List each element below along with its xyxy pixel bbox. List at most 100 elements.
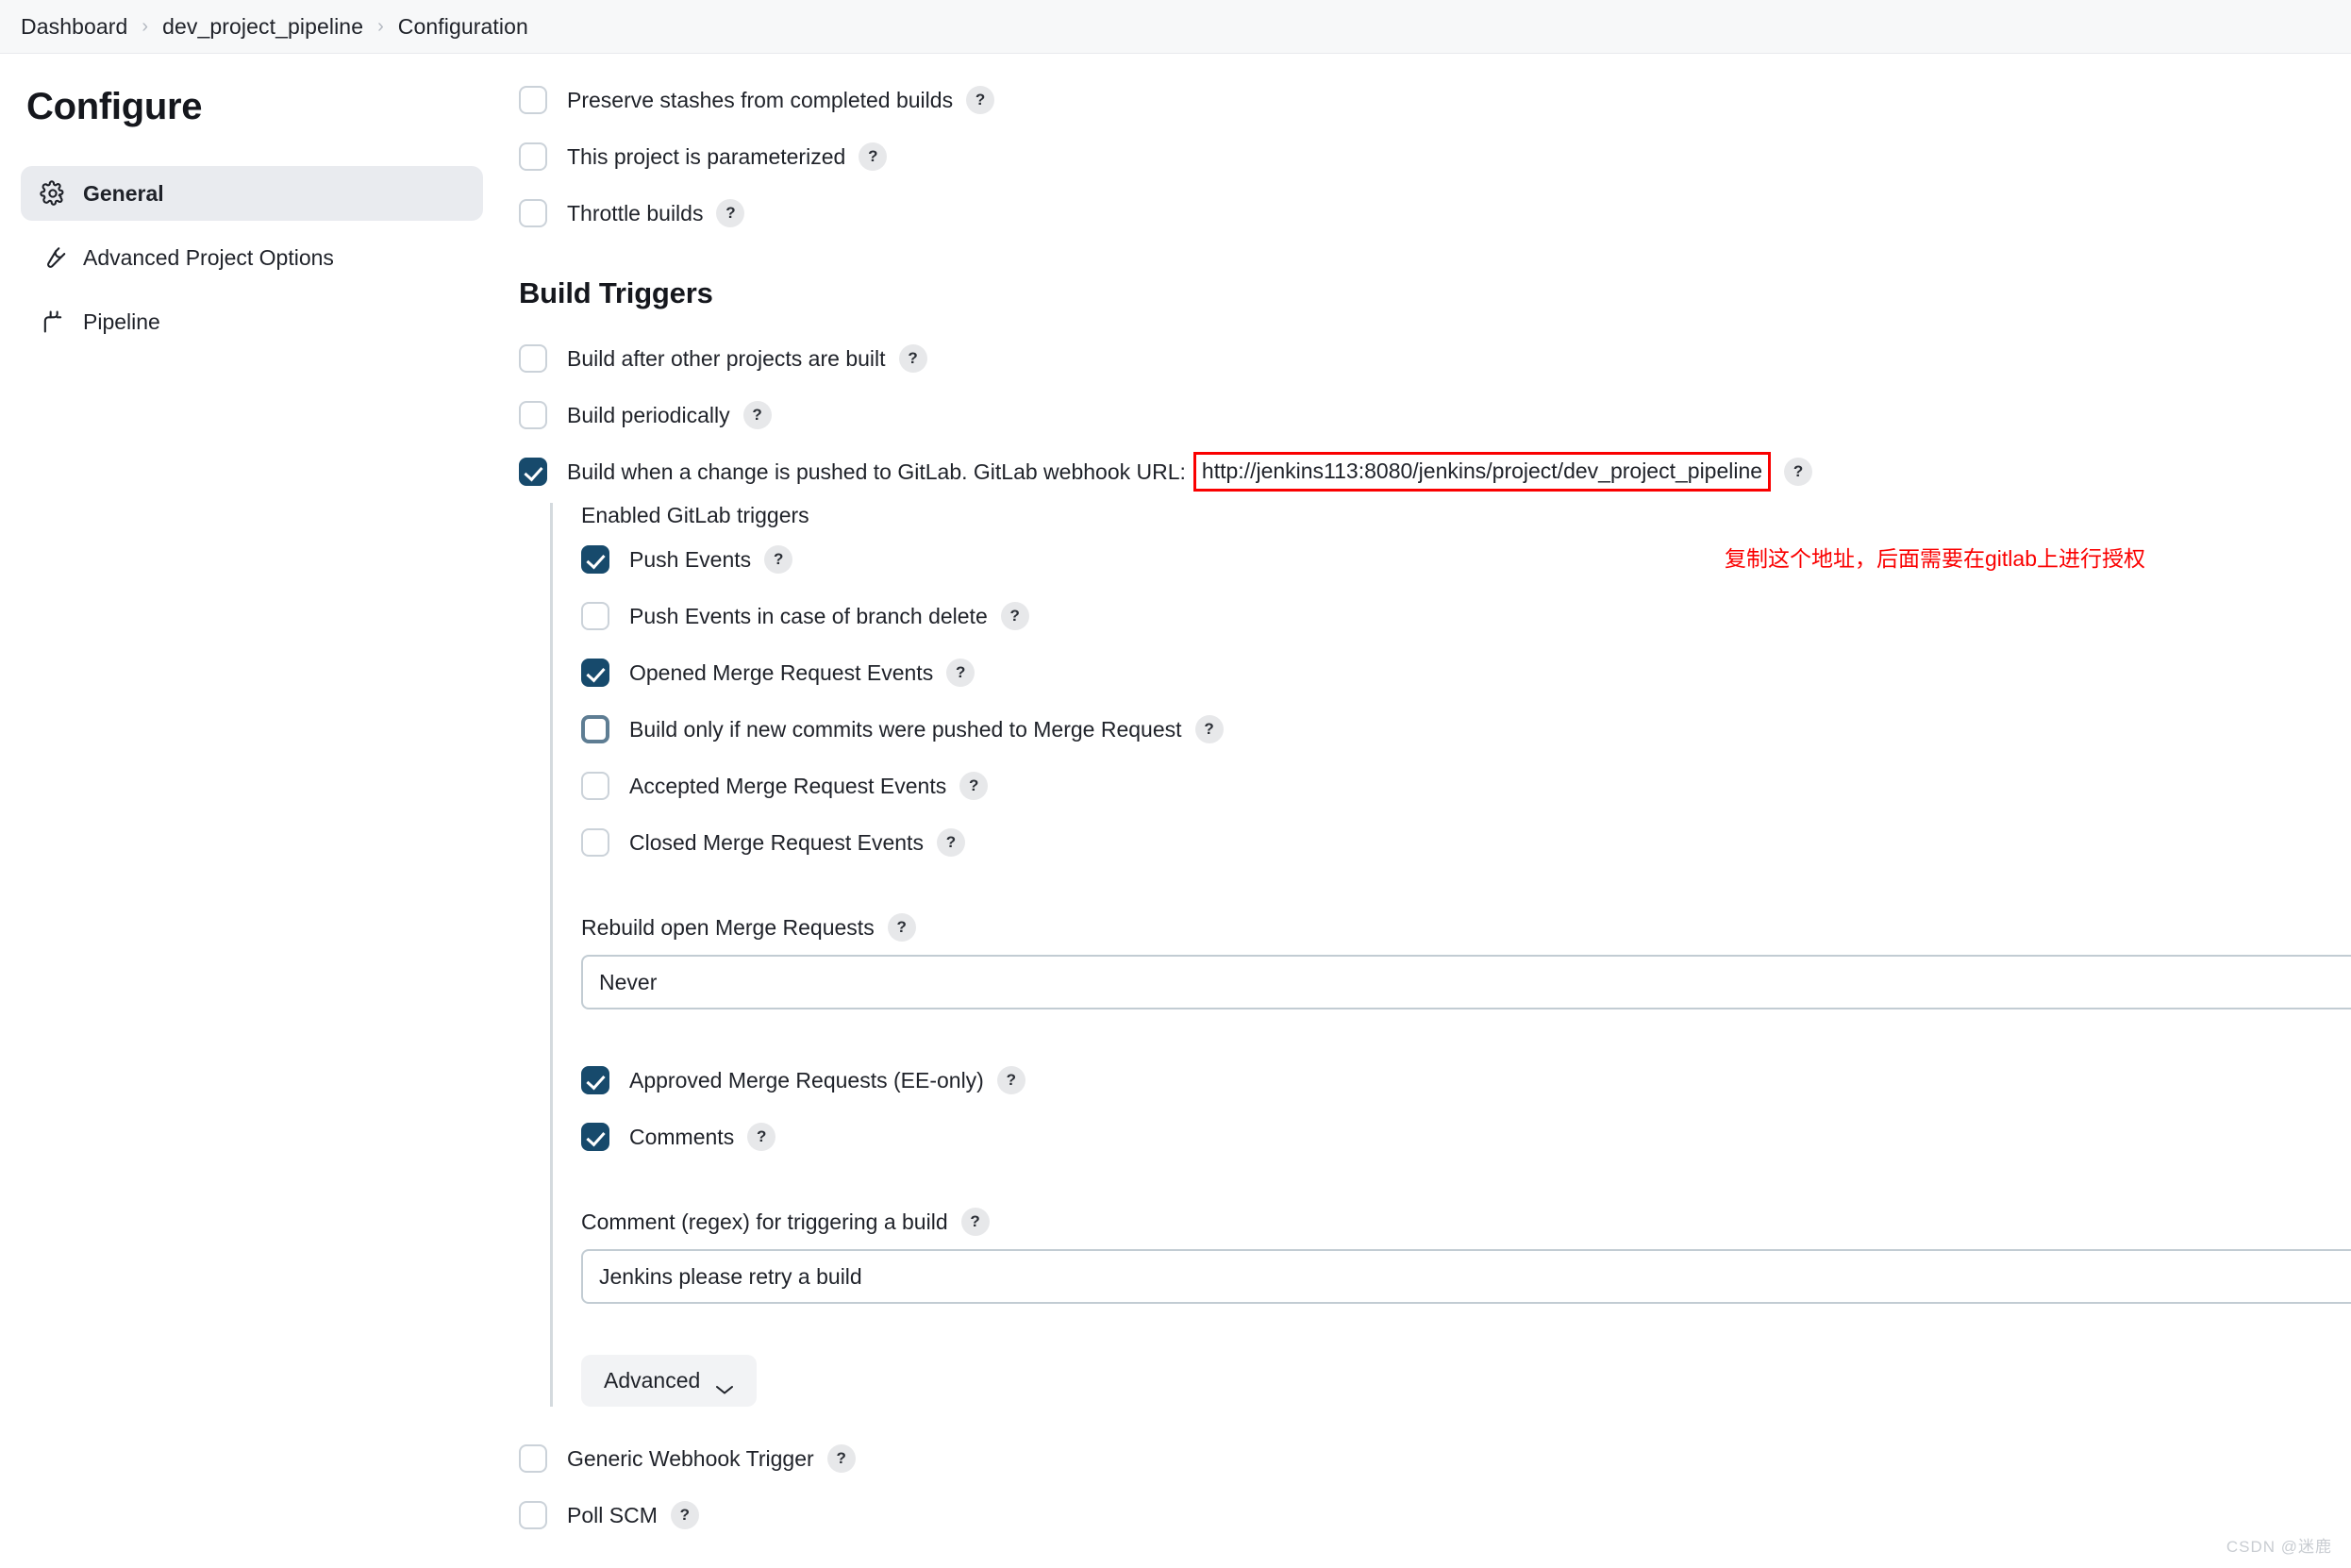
checkbox-row-build-after-other-projects[interactable]: Build after other projects are built ? — [519, 339, 2351, 378]
build-only-new-commits-checkbox[interactable] — [581, 715, 609, 743]
help-icon[interactable]: ? — [747, 1123, 776, 1151]
checkbox-row-parameterized[interactable]: This project is parameterized ? — [519, 137, 2351, 176]
rebuild-open-merge-requests-input[interactable] — [581, 955, 2351, 1009]
enabled-gitlab-triggers-group: Enabled GitLab triggers Push Events ? Pu… — [550, 503, 2351, 1407]
checkbox-row-build-periodically[interactable]: Build periodically ? — [519, 395, 2351, 435]
accepted-merge-request-events-checkbox[interactable] — [581, 772, 609, 800]
build-triggers-heading: Build Triggers — [519, 276, 713, 309]
comment-regex-input[interactable] — [581, 1249, 2351, 1304]
help-icon[interactable]: ? — [966, 86, 995, 114]
build-periodically-checkbox[interactable] — [519, 401, 547, 429]
help-icon[interactable]: ? — [1000, 602, 1029, 630]
help-icon[interactable]: ? — [960, 1208, 990, 1236]
watermark: CSDN @迷鹿 — [2226, 1538, 2332, 1556]
help-icon[interactable]: ? — [946, 659, 975, 687]
help-icon[interactable]: ? — [887, 913, 916, 942]
help-icon[interactable]: ? — [959, 772, 989, 800]
comment-regex-label-text: Comment (regex) for triggering a build — [581, 1209, 948, 1234]
parameterized-label: This project is parameterized — [567, 143, 846, 169]
build-only-new-commits-label: Build only if new commits were pushed to… — [629, 716, 1182, 742]
annotation-copy-url: 复制这个地址，后面需要在gitlab上进行授权 — [1725, 546, 2145, 571]
help-icon[interactable]: ? — [936, 828, 965, 857]
poll-scm-checkbox[interactable] — [519, 1501, 547, 1529]
advanced-button-label: Advanced — [604, 1368, 701, 1393]
parameterized-checkbox[interactable] — [519, 142, 547, 171]
generic-webhook-trigger-checkbox[interactable] — [519, 1444, 547, 1473]
preserve-stashes-checkbox[interactable] — [519, 86, 547, 114]
push-events-branch-delete-label: Push Events in case of branch delete — [629, 603, 988, 628]
breadcrumb-item-dashboard[interactable]: Dashboard — [21, 14, 127, 40]
help-icon[interactable]: ? — [742, 401, 772, 429]
checkbox-row-gitlab-push-trigger[interactable]: Build when a change is pushed to GitLab.… — [519, 452, 2351, 492]
help-icon[interactable]: ? — [1784, 458, 1813, 486]
help-icon[interactable]: ? — [1194, 715, 1224, 743]
checkbox-row-build-only-new-commits[interactable]: Build only if new commits were pushed to… — [581, 709, 2351, 749]
help-icon[interactable]: ? — [716, 199, 745, 227]
help-icon[interactable]: ? — [764, 545, 793, 574]
checkbox-row-approved-merge-requests[interactable]: Approved Merge Requests (EE-only) ? — [581, 1060, 2351, 1100]
checkbox-row-comments[interactable]: Comments ? — [581, 1117, 2351, 1157]
build-periodically-label: Build periodically — [567, 402, 730, 427]
checkbox-row-closed-merge-request-events[interactable]: Closed Merge Request Events ? — [581, 823, 2351, 862]
sidebar-nav: General Advanced Project Options Pipelin… — [0, 166, 519, 349]
sidebar-item-label: Pipeline — [83, 309, 160, 334]
pipeline-icon — [40, 309, 66, 335]
breadcrumb-separator-icon: › — [142, 15, 149, 37]
webhook-url-value[interactable]: http://jenkins113:8080/jenkins/project/d… — [1202, 459, 1762, 484]
comment-regex-label: Comment (regex) for triggering a build ? — [581, 1208, 2351, 1236]
advanced-button[interactable]: Advanced — [581, 1355, 758, 1407]
chevron-down-icon — [715, 1376, 734, 1393]
opened-merge-request-events-checkbox[interactable] — [581, 659, 609, 687]
checkbox-row-poll-scm[interactable]: Poll SCM ? — [519, 1495, 2351, 1535]
push-events-checkbox[interactable] — [581, 545, 609, 574]
help-icon[interactable]: ? — [996, 1066, 1025, 1094]
breadcrumb-item-project[interactable]: dev_project_pipeline — [162, 14, 363, 40]
help-icon[interactable]: ? — [670, 1501, 699, 1529]
build-after-other-projects-label: Build after other projects are built — [567, 345, 886, 371]
push-events-branch-delete-checkbox[interactable] — [581, 602, 609, 630]
breadcrumb-item-configuration[interactable]: Configuration — [398, 14, 528, 40]
comments-label: Comments — [629, 1124, 735, 1149]
gitlab-push-trigger-label: Build when a change is pushed to GitLab.… — [567, 459, 1186, 484]
gitlab-push-trigger-checkbox[interactable] — [519, 458, 547, 486]
checkbox-row-accepted-merge-request-events[interactable]: Accepted Merge Request Events ? — [581, 766, 2351, 806]
generic-webhook-trigger-label: Generic Webhook Trigger — [567, 1445, 814, 1471]
checkbox-row-preserve-stashes[interactable]: Preserve stashes from completed builds ? — [519, 80, 2351, 120]
sidebar-item-pipeline[interactable]: Pipeline — [21, 294, 483, 349]
sidebar-item-label: General — [83, 180, 164, 206]
preserve-stashes-label: Preserve stashes from completed builds — [567, 87, 954, 112]
breadcrumb-separator-icon: › — [377, 15, 384, 37]
checkbox-row-opened-merge-request-events[interactable]: Opened Merge Request Events ? — [581, 653, 2351, 692]
help-icon[interactable]: ? — [826, 1444, 856, 1473]
help-icon[interactable]: ? — [859, 142, 888, 171]
checkbox-row-throttle-builds[interactable]: Throttle builds ? — [519, 193, 2351, 233]
comments-checkbox[interactable] — [581, 1123, 609, 1151]
gear-icon — [40, 180, 66, 207]
push-events-label: Push Events — [629, 546, 752, 572]
throttle-builds-checkbox[interactable] — [519, 199, 547, 227]
page-body: Configure General Advanced Project Optio… — [0, 54, 2351, 1568]
closed-merge-request-events-checkbox[interactable] — [581, 828, 609, 857]
page-title: Configure — [26, 86, 203, 127]
sidebar-item-advanced-project-options[interactable]: Advanced Project Options — [21, 230, 483, 285]
sidebar-item-general[interactable]: General — [21, 166, 483, 221]
help-icon[interactable]: ? — [898, 344, 927, 373]
opened-merge-request-events-label: Opened Merge Request Events — [629, 659, 934, 685]
checkbox-row-generic-webhook-trigger[interactable]: Generic Webhook Trigger ? — [519, 1439, 2351, 1478]
rebuild-open-merge-requests-label: Rebuild open Merge Requests ? — [581, 913, 2351, 942]
checkbox-row-push-events-branch-delete[interactable]: Push Events in case of branch delete ? — [581, 596, 2351, 636]
approved-merge-requests-checkbox[interactable] — [581, 1066, 609, 1094]
build-after-other-projects-checkbox[interactable] — [519, 344, 547, 373]
